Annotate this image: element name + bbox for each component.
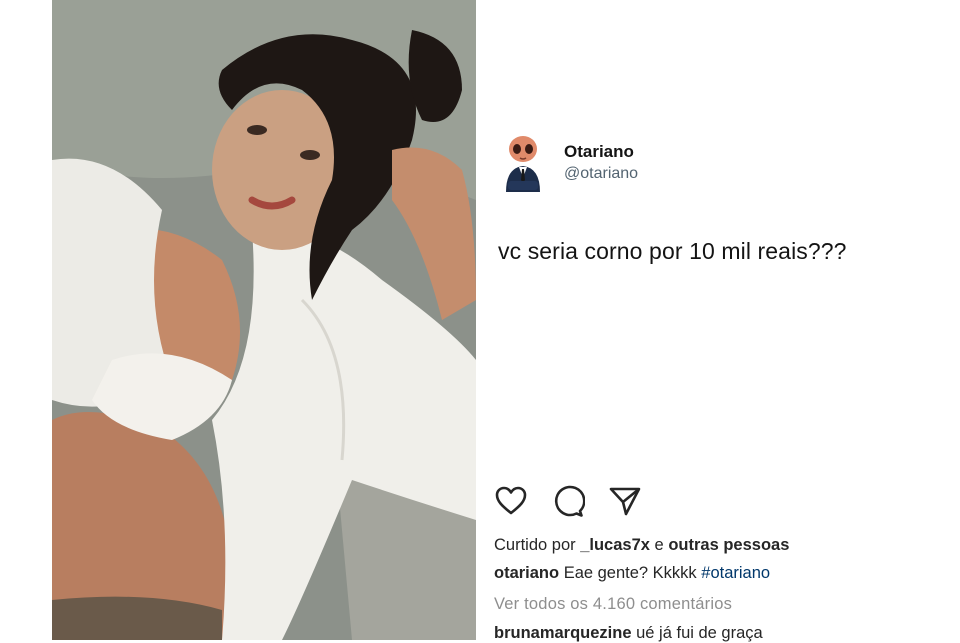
post-photo[interactable] (52, 0, 476, 640)
avatar[interactable] (502, 134, 544, 192)
comment-text: ué já fui de graça (636, 624, 763, 642)
caption-text: Eae gente? Kkkkk (563, 564, 697, 582)
caption-hashtag[interactable]: #otariano (701, 564, 770, 582)
comment-username[interactable]: brunamarquezine (494, 624, 632, 642)
likes-prefix: Curtido por (494, 536, 576, 554)
tweet-header: Otariano @otariano (502, 132, 902, 196)
paper-plane-icon[interactable] (608, 484, 642, 518)
liker-username[interactable]: _lucas7x (580, 536, 650, 554)
author-name[interactable]: Otariano (564, 142, 634, 162)
photo-illustration (52, 0, 476, 640)
author-handle[interactable]: @otariano (564, 165, 638, 183)
post-actions (494, 484, 694, 518)
view-comments-link[interactable]: Ver todos os 4.160 comentários (494, 595, 732, 614)
heart-icon[interactable] (494, 484, 528, 518)
likes-joiner: e (654, 536, 664, 554)
likes-line: Curtido por _lucas7x e outras pessoas (494, 536, 789, 555)
post-caption: otariano Eae gente? Kkkkk #otariano (494, 564, 770, 583)
tweet-text: vc seria corno por 10 mil reais??? (498, 238, 847, 264)
comment-icon[interactable] (551, 484, 585, 518)
likes-others[interactable]: outras pessoas (668, 536, 789, 554)
comment-row: brunamarquezine ué já fui de graça (494, 624, 763, 643)
caption-username[interactable]: otariano (494, 564, 559, 582)
